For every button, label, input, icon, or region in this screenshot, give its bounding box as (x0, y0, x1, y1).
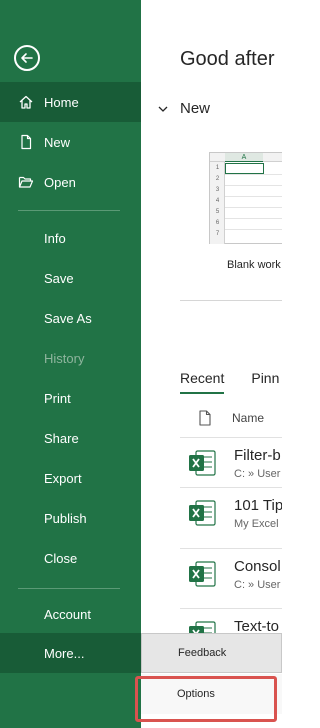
sidebar-divider (18, 210, 120, 211)
row-number: 1 (215, 165, 220, 171)
grid-line (225, 174, 282, 175)
grid-line (225, 207, 282, 208)
grid-line (225, 229, 282, 230)
sidebar-item-label: Share (44, 430, 79, 446)
sidebar-item-label: History (44, 350, 85, 366)
row-number: 2 (215, 176, 220, 182)
home-icon (18, 94, 34, 110)
excel-file-icon (189, 450, 216, 476)
grid-line (225, 218, 282, 219)
sidebar-item-label: Open (44, 174, 76, 190)
sidebar-item-label: Close (44, 550, 78, 566)
file-path: My Excel (234, 518, 279, 530)
new-file-icon (18, 134, 34, 150)
selected-cell (225, 163, 264, 174)
file-row[interactable]: 101 Tip My Excel (180, 487, 282, 537)
sidebar-item-print[interactable]: Print (0, 378, 141, 418)
row-number: 7 (215, 231, 220, 237)
grid-line (225, 185, 282, 186)
back-arrow-icon[interactable] (14, 45, 40, 71)
sidebar-item-save[interactable]: Save (0, 258, 141, 298)
new-section-label: New (180, 100, 211, 117)
sidebar-item-account[interactable]: Account (0, 594, 141, 634)
sidebar-item-info[interactable]: Info (0, 218, 141, 258)
document-icon (199, 410, 211, 426)
sidebar-item-label: Info (44, 230, 66, 246)
sidebar-divider (18, 588, 120, 589)
file-row[interactable]: Consol C: » User (180, 548, 282, 598)
file-path: C: » User (234, 468, 281, 480)
column-name-header[interactable]: Name (232, 411, 264, 425)
file-name: Filter-b (234, 447, 281, 464)
tab-pinned[interactable]: Pinn (251, 370, 279, 394)
file-path: C: » User (234, 579, 281, 591)
sidebar-item-close[interactable]: Close (0, 538, 141, 578)
file-list-header: Name (180, 410, 264, 426)
sidebar-item-label: Export (44, 470, 82, 486)
excel-file-icon (189, 561, 216, 587)
sidebar-item-export[interactable]: Export (0, 458, 141, 498)
sidebar-item-open[interactable]: Open (0, 162, 141, 202)
sidebar-item-save-as[interactable]: Save As (0, 298, 141, 338)
options-highlight-box (135, 676, 277, 722)
row-number: 3 (215, 187, 220, 193)
excel-file-icon (189, 500, 216, 526)
file-name: Consol (234, 558, 281, 575)
column-a-header: A (225, 153, 263, 162)
sidebar-item-history: History (0, 338, 141, 378)
row-number: 6 (215, 220, 220, 226)
row-number: 5 (215, 209, 220, 215)
arrow-left-icon (21, 53, 33, 63)
tab-recent[interactable]: Recent (180, 370, 225, 394)
section-divider (180, 300, 282, 301)
sidebar-item-publish[interactable]: Publish (0, 498, 141, 538)
sidebar-item-share[interactable]: Share (0, 418, 141, 458)
sidebar-item-label: Home (44, 94, 79, 110)
sidebar-item-label: Save (44, 270, 74, 286)
sidebar-item-new[interactable]: New (0, 122, 141, 162)
sidebar-item-more[interactable]: More... (0, 633, 141, 673)
backstage-sidebar: Home New Open Info Save Save As History … (0, 0, 141, 728)
sidebar-item-home[interactable]: Home (0, 82, 141, 122)
new-section-toggle[interactable]: New (157, 100, 210, 117)
row-number: 4 (215, 198, 220, 204)
blank-workbook-thumbnail[interactable]: A 1 2 3 4 5 6 7 (209, 152, 282, 244)
file-row[interactable]: Filter-b C: » User (180, 437, 282, 487)
grid-line (225, 196, 282, 197)
backstage-main: Good after New A 1 2 3 4 5 6 7 Blank wor… (141, 0, 282, 728)
greeting-title: Good after (180, 48, 275, 70)
sidebar-item-label: More... (44, 645, 85, 661)
sidebar-item-label: New (44, 134, 71, 150)
sidebar-item-label: Account (44, 606, 91, 622)
file-name: 101 Tip (234, 497, 282, 514)
menu-item-label: Feedback (178, 647, 227, 659)
menu-item-feedback[interactable]: Feedback (141, 633, 282, 673)
sidebar-item-label: Save As (44, 310, 92, 326)
file-tabs: Recent Pinn (180, 370, 282, 394)
chevron-down-icon (158, 106, 168, 112)
sidebar-item-label: Publish (44, 510, 87, 526)
blank-workbook-label: Blank work (227, 259, 281, 271)
folder-open-icon (18, 174, 34, 190)
sidebar-item-label: Print (44, 390, 71, 406)
